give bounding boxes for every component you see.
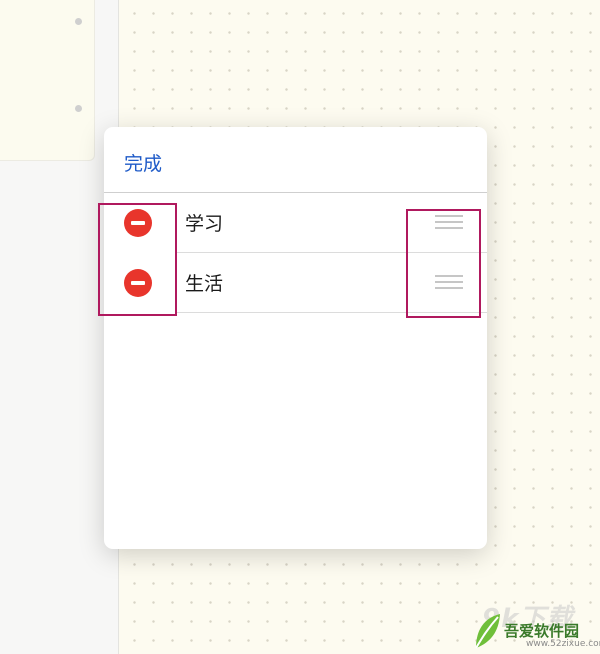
sidebar-panel (0, 0, 119, 654)
list-item-label: 生活 (185, 273, 224, 295)
list-item-label: 学习 (185, 213, 224, 235)
more-dot-icon (75, 105, 82, 112)
delete-controls-highlight (98, 203, 177, 316)
sidebar-card[interactable] (0, 0, 95, 161)
drag-handles-highlight (406, 209, 481, 318)
edit-list-popover: 完成 学习 生活 (104, 127, 487, 549)
popover-header: 完成 (104, 127, 487, 193)
watermark-site-name: 吾爱软件园 (504, 622, 580, 640)
watermark-url: www.52zixue.com (526, 639, 600, 649)
more-dot-icon (75, 18, 82, 25)
site-watermark: 9k下载 吾爱软件园 www.52zixue.com (470, 598, 600, 652)
done-button[interactable]: 完成 (124, 149, 162, 176)
leaf-logo-icon (475, 614, 500, 649)
